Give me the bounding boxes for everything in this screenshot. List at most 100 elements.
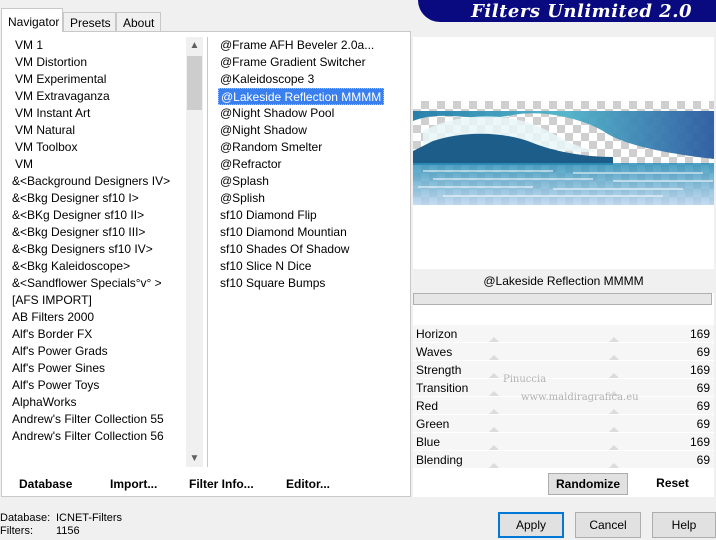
category-item[interactable]: VM [10, 156, 186, 173]
slider-tick-icon [489, 427, 499, 432]
scroll-up-icon[interactable]: ▲ [186, 37, 203, 54]
filter-item[interactable]: @Night Shadow Pool [218, 105, 336, 122]
category-item[interactable]: AlphaWorks [10, 394, 186, 411]
scrollbar-thumb[interactable] [187, 56, 202, 110]
param-value: 69 [696, 381, 710, 395]
filter-list[interactable]: @Frame AFH Beveler 2.0a... @Frame Gradien… [207, 37, 407, 467]
param-slider-waves[interactable]: Waves 69 [413, 343, 714, 361]
slider-tick-icon [609, 373, 619, 378]
param-label: Blending [416, 453, 463, 467]
param-label: Strength [416, 363, 462, 377]
filter-item[interactable]: sf10 Diamond Flip [218, 207, 319, 224]
category-item[interactable]: VM Natural [10, 122, 186, 139]
category-item[interactable]: &<BKg Designer sf10 II> [10, 207, 186, 224]
current-filter-name: @Lakeside Reflection MMMM [413, 269, 714, 293]
scroll-down-icon[interactable]: ▼ [186, 450, 203, 467]
database-value: ICNET-Filters [56, 512, 122, 524]
category-item[interactable]: &<Bkg Designer sf10 I> [10, 190, 186, 207]
preview-image [413, 101, 714, 205]
param-slider-green[interactable]: Green 69 [413, 415, 714, 433]
category-item[interactable]: Andrew's Filter Collection 55 [10, 411, 186, 428]
category-item[interactable]: VM Distortion [10, 54, 186, 71]
param-value: 169 [689, 435, 710, 449]
category-item[interactable]: VM 1 [10, 37, 186, 54]
filter-item[interactable]: sf10 Shades Of Shadow [218, 241, 351, 258]
param-label: Transition [416, 381, 469, 395]
filters-count-label: Filters: [0, 525, 33, 537]
category-item[interactable]: Alf's Power Sines [10, 360, 186, 377]
editor-button[interactable]: Editor... [286, 477, 330, 491]
param-value: 69 [696, 399, 710, 413]
slider-tick-icon [609, 337, 619, 342]
filter-item[interactable]: sf10 Diamond Mountian [218, 224, 349, 241]
slider-tick-icon [609, 463, 619, 468]
filter-info-button[interactable]: Filter Info... [189, 477, 254, 491]
filter-item[interactable]: @Kaleidoscope 3 [218, 71, 316, 88]
slider-tick-icon [489, 355, 499, 360]
slider-tick-icon [489, 445, 499, 450]
param-value: 69 [696, 453, 710, 467]
filter-item[interactable]: @Splish [218, 190, 267, 207]
navigator-panel: VM 1 VM Distortion VM Experimental VM Extra… [1, 31, 411, 497]
category-item[interactable]: &<Sandflower Specials°v° > [10, 275, 186, 292]
param-label: Horizon [416, 327, 458, 341]
param-value: 169 [689, 363, 710, 377]
filter-item[interactable]: sf10 Slice N Dice [218, 258, 313, 275]
watermark-name: Pinuccia [503, 374, 547, 385]
category-item[interactable]: Alf's Border FX [10, 326, 186, 343]
wave-preview-graphic [413, 111, 714, 205]
param-slider-horizon[interactable]: Horizon 169 [413, 325, 714, 343]
filter-item[interactable]: @Splash [218, 173, 271, 190]
database-info: Database: ICNET-Filters Filters: 1156 [0, 512, 122, 538]
category-item[interactable]: VM Extravaganza [10, 88, 186, 105]
filter-item[interactable]: @Frame AFH Beveler 2.0a... [218, 37, 376, 54]
database-button[interactable]: Database [19, 477, 72, 491]
category-item[interactable]: &<Bkg Designers sf10 IV> [10, 241, 186, 258]
randomize-button[interactable]: Randomize [548, 473, 628, 495]
filter-item-selected[interactable]: @Lakeside Reflection MMMM [218, 88, 385, 105]
slider-tick-icon [489, 463, 499, 468]
progress-bar [413, 293, 712, 305]
param-label: Green [416, 417, 450, 431]
category-item[interactable]: [AFS IMPORT] [10, 292, 186, 309]
param-value: 69 [696, 345, 710, 359]
tab-about[interactable]: About [116, 12, 161, 32]
help-button[interactable]: Help [652, 512, 716, 538]
slider-tick-icon [489, 373, 499, 378]
filter-item[interactable]: sf10 Square Bumps [218, 275, 327, 292]
param-slider-strength[interactable]: Strength 169 [413, 361, 714, 379]
param-value: 69 [696, 417, 710, 431]
cancel-button[interactable]: Cancel [575, 512, 641, 538]
watermark-url: www.maldiragrafica.eu [521, 392, 639, 403]
category-item[interactable]: VM Instant Art [10, 105, 186, 122]
category-item[interactable]: &<Bkg Kaleidoscope> [10, 258, 186, 275]
app-title: Filters Unlimited 2.0 [471, 1, 692, 22]
category-item[interactable]: &<Bkg Designer sf10 III> [10, 224, 186, 241]
apply-button[interactable]: Apply [498, 512, 564, 538]
slider-tick-icon [609, 445, 619, 450]
category-item[interactable]: Alf's Power Grads [10, 343, 186, 360]
tab-navigator[interactable]: Navigator [1, 8, 63, 32]
filter-item[interactable]: @Refractor [218, 156, 284, 173]
category-item[interactable]: VM Toolbox [10, 139, 186, 156]
slider-tick-icon [609, 355, 619, 360]
filter-item[interactable]: @Random Smelter [218, 139, 324, 156]
import-button[interactable]: Import... [110, 477, 157, 491]
category-item[interactable]: AB Filters 2000 [10, 309, 186, 326]
category-item[interactable]: VM Experimental [10, 71, 186, 88]
category-list[interactable]: VM 1 VM Distortion VM Experimental VM Extra… [10, 37, 186, 467]
database-label: Database: [0, 512, 51, 524]
reset-button[interactable]: Reset [645, 473, 700, 495]
category-scrollbar[interactable]: ▲ ▼ [186, 37, 203, 467]
param-value: 169 [689, 327, 710, 341]
param-slider-blending[interactable]: Blending 69 [413, 451, 714, 469]
tab-presets[interactable]: Presets [63, 12, 116, 32]
param-slider-blue[interactable]: Blue 169 [413, 433, 714, 451]
slider-tick-icon [609, 409, 619, 414]
navigator-buttons: Database Import... Filter Info... Editor… [2, 468, 410, 496]
category-item[interactable]: &<Background Designers IV> [10, 173, 186, 190]
filter-item[interactable]: @Night Shadow [218, 122, 309, 139]
category-item[interactable]: Alf's Power Toys [10, 377, 186, 394]
category-item[interactable]: Andrew's Filter Collection 56 [10, 428, 186, 445]
filter-item[interactable]: @Frame Gradient Switcher [218, 54, 368, 71]
